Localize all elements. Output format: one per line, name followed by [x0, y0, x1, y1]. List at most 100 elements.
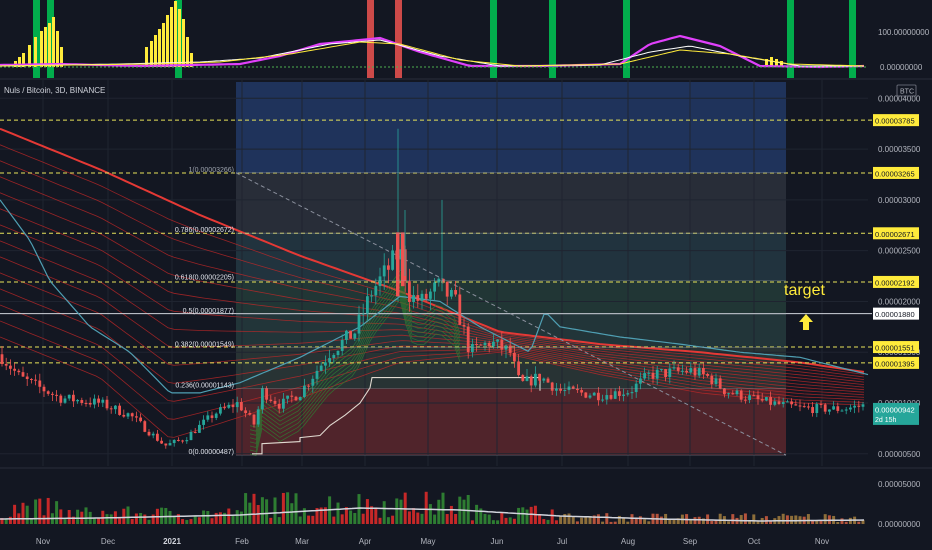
price-axis-tick: 0.00000500 — [878, 450, 921, 459]
candle-body — [420, 293, 424, 301]
chart-canvas[interactable]: 100.00000000 0.00000000 1(0.00003266) 0.7… — [0, 0, 932, 550]
candle-body — [324, 362, 327, 366]
candle-body — [345, 330, 348, 340]
volume-bar — [193, 515, 197, 524]
volume-bar — [172, 516, 176, 524]
candle-body — [626, 393, 630, 395]
candle-body — [34, 379, 37, 381]
candle-body — [853, 405, 856, 408]
volume-bar — [399, 499, 403, 524]
volume-bar — [25, 505, 29, 524]
candle-body — [219, 407, 222, 414]
volume-bar — [143, 514, 147, 524]
candle-body — [328, 358, 331, 363]
candle-body — [429, 291, 432, 299]
volume-bar — [601, 521, 605, 524]
volume-bar — [206, 510, 210, 524]
candle-body — [542, 378, 546, 381]
volume-bar — [298, 516, 302, 524]
candle-body — [51, 393, 54, 395]
candle-body — [647, 372, 651, 374]
time-axis-label: Nov — [36, 537, 50, 546]
candle-body — [172, 439, 176, 444]
candle-body — [357, 314, 361, 334]
candle-body — [97, 398, 100, 403]
candle-body — [9, 365, 12, 369]
candle-body — [307, 385, 310, 387]
candle-body — [256, 409, 260, 425]
time-axis-label: Feb — [235, 537, 249, 546]
volume-bar — [277, 517, 281, 524]
candle-body — [723, 388, 726, 395]
target-annotation[interactable]: target — [784, 282, 825, 299]
currency-badge[interactable]: BTC — [900, 89, 914, 96]
volume-bar — [525, 509, 529, 524]
volume-bar — [781, 513, 785, 524]
volume-bar — [609, 521, 613, 524]
candle-body — [332, 355, 336, 359]
candle-body — [126, 413, 130, 417]
histogram-bar — [40, 31, 43, 67]
histogram-bar — [56, 31, 59, 67]
candle-body — [588, 395, 592, 398]
candle-body — [223, 407, 226, 409]
volume-bar — [487, 514, 491, 524]
volume-bar — [382, 501, 386, 524]
candle-body — [786, 401, 789, 403]
volume-bar — [92, 518, 96, 524]
volume-bar — [344, 507, 348, 524]
candle-body — [248, 413, 252, 415]
volume-bar — [130, 518, 134, 524]
candle-body — [76, 400, 79, 402]
volume-bar — [109, 514, 113, 524]
candle-body — [370, 295, 373, 297]
candle-body — [739, 390, 743, 400]
volume-bar — [743, 513, 747, 524]
candle-body — [752, 395, 756, 397]
fib-level-label: 0.236(0.00001143) — [175, 382, 234, 389]
candle-body — [534, 373, 537, 386]
candle-body — [584, 392, 588, 398]
candle-body — [832, 406, 835, 410]
volume-bar — [332, 516, 336, 524]
volume-bar — [59, 509, 63, 524]
volume-bar — [214, 512, 218, 524]
time-axis-label: Apr — [359, 537, 372, 546]
candle-body — [25, 376, 29, 380]
candle-body — [731, 393, 735, 395]
candle-body — [244, 410, 247, 414]
volume-bar — [840, 518, 844, 524]
candle-body — [672, 367, 676, 369]
candle-body — [156, 433, 159, 441]
volume-bar — [769, 521, 773, 524]
volume-bar — [290, 503, 294, 524]
volume-bar — [13, 504, 17, 524]
volume-bar — [311, 515, 315, 524]
candle-body — [30, 379, 33, 381]
candle-body — [500, 339, 504, 350]
candle-body — [668, 368, 672, 378]
volume-bar — [260, 497, 264, 524]
candle-body — [387, 265, 390, 270]
fib-zone — [236, 233, 786, 281]
volume-bar — [185, 519, 189, 524]
candle-body — [563, 390, 567, 392]
candle-body — [277, 403, 281, 409]
volume-bar — [794, 515, 798, 524]
volume-bar — [752, 514, 756, 524]
candle-body — [580, 390, 583, 393]
candle-body — [681, 370, 684, 372]
candle-body — [193, 431, 197, 433]
chart-title: Nuls / Bitcoin, 3D, BINANCE — [4, 86, 105, 95]
volume-bar — [307, 515, 311, 524]
volume-bar — [361, 513, 365, 524]
price-tag-label: 0.00001395 — [875, 359, 915, 368]
volume-bar — [584, 517, 588, 524]
candle-body — [597, 392, 600, 401]
candle-body — [479, 344, 483, 346]
candle-body — [261, 388, 264, 410]
signal-bar — [395, 0, 402, 78]
volume-bar — [189, 519, 193, 524]
volume-bar — [613, 521, 617, 524]
candle-body — [706, 373, 709, 376]
